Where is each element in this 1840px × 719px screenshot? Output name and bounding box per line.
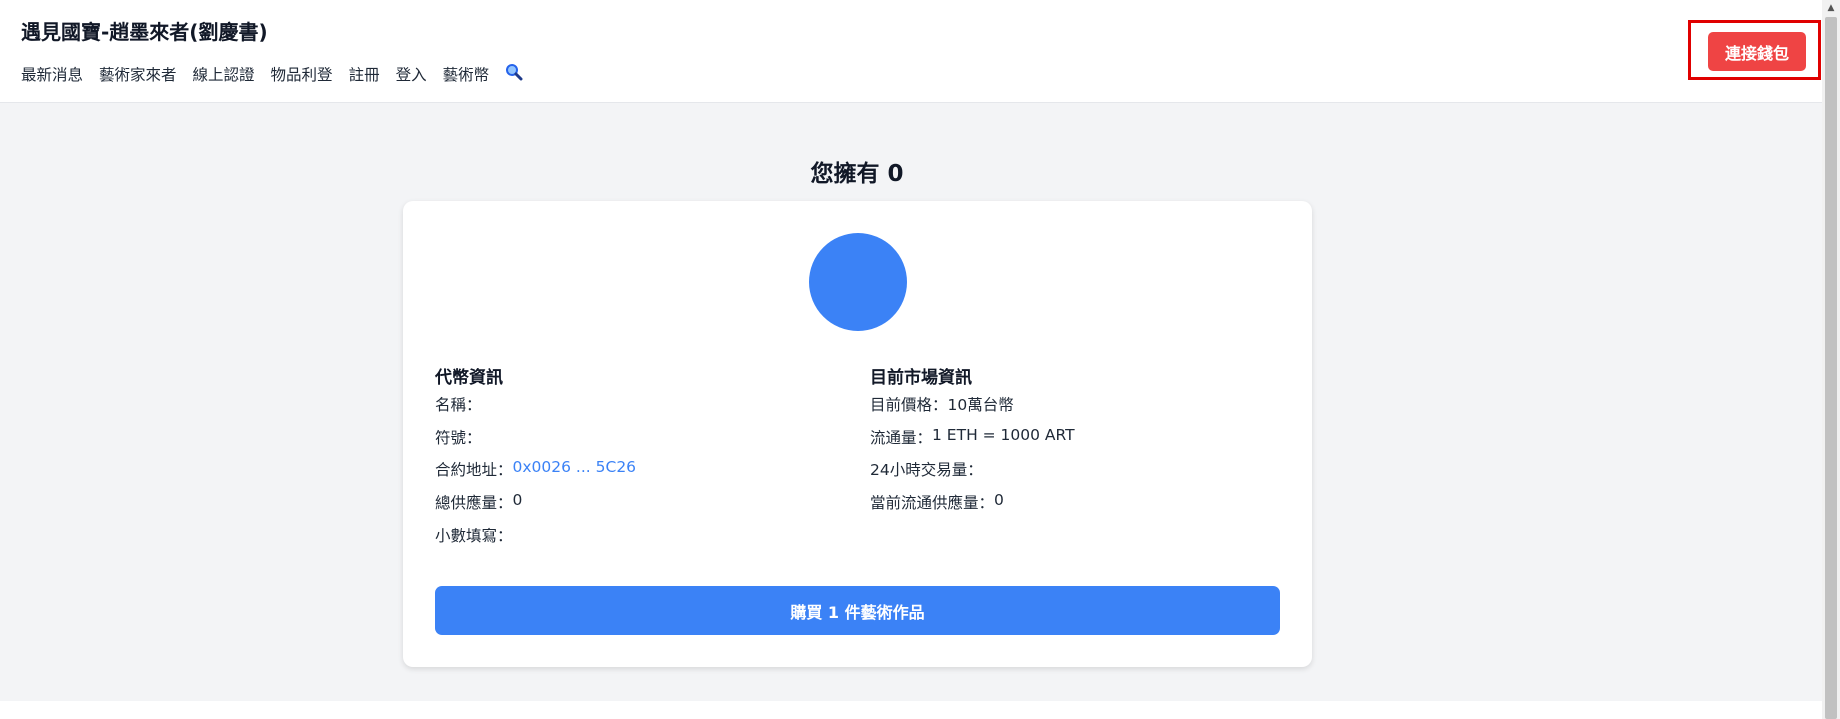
token-name-row: 名稱： bbox=[435, 393, 636, 426]
scrollbar-thumb[interactable] bbox=[1825, 17, 1837, 719]
market-info-title: 目前市場資訊 bbox=[870, 368, 972, 388]
token-info-section: 代幣資訊 名稱： 符號： 合約地址： 0x0026 ... 5C26 總供應量： 0… bbox=[435, 363, 636, 556]
total-supply-row: 總供應量： 0 bbox=[435, 491, 636, 524]
main-nav: 最新消息 藝術家來者 線上認證 物品利登 註冊 登入 藝術幣 bbox=[21, 63, 523, 85]
token-info-title: 代幣資訊 bbox=[435, 368, 503, 388]
liquidity-value: 1 ETH = 1000 ART bbox=[932, 425, 1075, 444]
volume-24h-row: 24小時交易量： bbox=[870, 458, 1075, 491]
market-info-section: 目前市場資訊 目前價格： 10萬台幣 流通量： 1 ETH = 1000 ART 2… bbox=[870, 363, 1075, 524]
contract-address-row: 合約地址： 0x0026 ... 5C26 bbox=[435, 458, 636, 491]
connect-wallet-button[interactable]: 連接錢包 bbox=[1708, 32, 1806, 71]
site-title[interactable]: 遇見國寶-趙墨來者(劉慶書) bbox=[21, 16, 268, 45]
decimals-label: 小數填寫： bbox=[435, 526, 513, 545]
token-card: 代幣資訊 名稱： 符號： 合約地址： 0x0026 ... 5C26 總供應量： 0… bbox=[403, 201, 1312, 667]
contract-address-label: 合約地址： bbox=[435, 461, 513, 480]
liquidity-row: 流通量： 1 ETH = 1000 ART bbox=[870, 426, 1075, 459]
token-name-label: 名稱： bbox=[435, 396, 482, 414]
scroll-up-arrow-icon[interactable]: ▲ bbox=[1822, 0, 1840, 16]
site-header: 遇見國寶-趙墨來者(劉慶書) 最新消息 藝術家來者 線上認證 物品利登 註冊 登… bbox=[0, 0, 1822, 103]
buy-artwork-button[interactable]: 購買 1 件藝術作品 bbox=[435, 586, 1280, 635]
nav-item-online-verification[interactable]: 線上認證 bbox=[193, 63, 255, 85]
owned-count-title: 您擁有 0 bbox=[810, 161, 904, 187]
nav-item-art-coin[interactable]: 藝術幣 bbox=[443, 63, 490, 85]
page-scrollbar[interactable]: ▲ bbox=[1822, 0, 1840, 719]
main-content: 您擁有 0 代幣資訊 名稱： 符號： 合約地址： 0x0026 ... 5C26 … bbox=[0, 103, 1822, 701]
current-price-label: 目前價格： bbox=[870, 396, 948, 414]
total-supply-label: 總供應量： bbox=[435, 494, 513, 513]
liquidity-label: 流通量： bbox=[870, 428, 933, 447]
token-symbol-label: 符號： bbox=[435, 428, 482, 447]
total-supply-value: 0 bbox=[512, 491, 523, 510]
nav-item-news[interactable]: 最新消息 bbox=[21, 63, 83, 85]
search-icon[interactable] bbox=[505, 63, 523, 81]
nav-item-item-registration[interactable]: 物品利登 bbox=[271, 63, 333, 85]
nav-item-register[interactable]: 註冊 bbox=[349, 63, 380, 85]
circulating-supply-value: 0 bbox=[994, 491, 1004, 510]
volume-24h-label: 24小時交易量： bbox=[870, 461, 983, 480]
token-avatar bbox=[809, 233, 907, 331]
token-symbol-row: 符號： bbox=[435, 426, 636, 459]
nav-item-login[interactable]: 登入 bbox=[396, 63, 427, 85]
current-price-row: 目前價格： 10萬台幣 bbox=[870, 393, 1075, 426]
nav-item-artists[interactable]: 藝術家來者 bbox=[99, 63, 177, 85]
circulating-supply-row: 當前流通供應量： 0 bbox=[870, 491, 1075, 524]
circulating-supply-label: 當前流通供應量： bbox=[870, 494, 995, 513]
contract-address-link[interactable]: 0x0026 ... 5C26 bbox=[513, 458, 637, 491]
decimals-row: 小數填寫： bbox=[435, 524, 636, 557]
current-price-value: 10萬台幣 bbox=[947, 396, 1014, 414]
